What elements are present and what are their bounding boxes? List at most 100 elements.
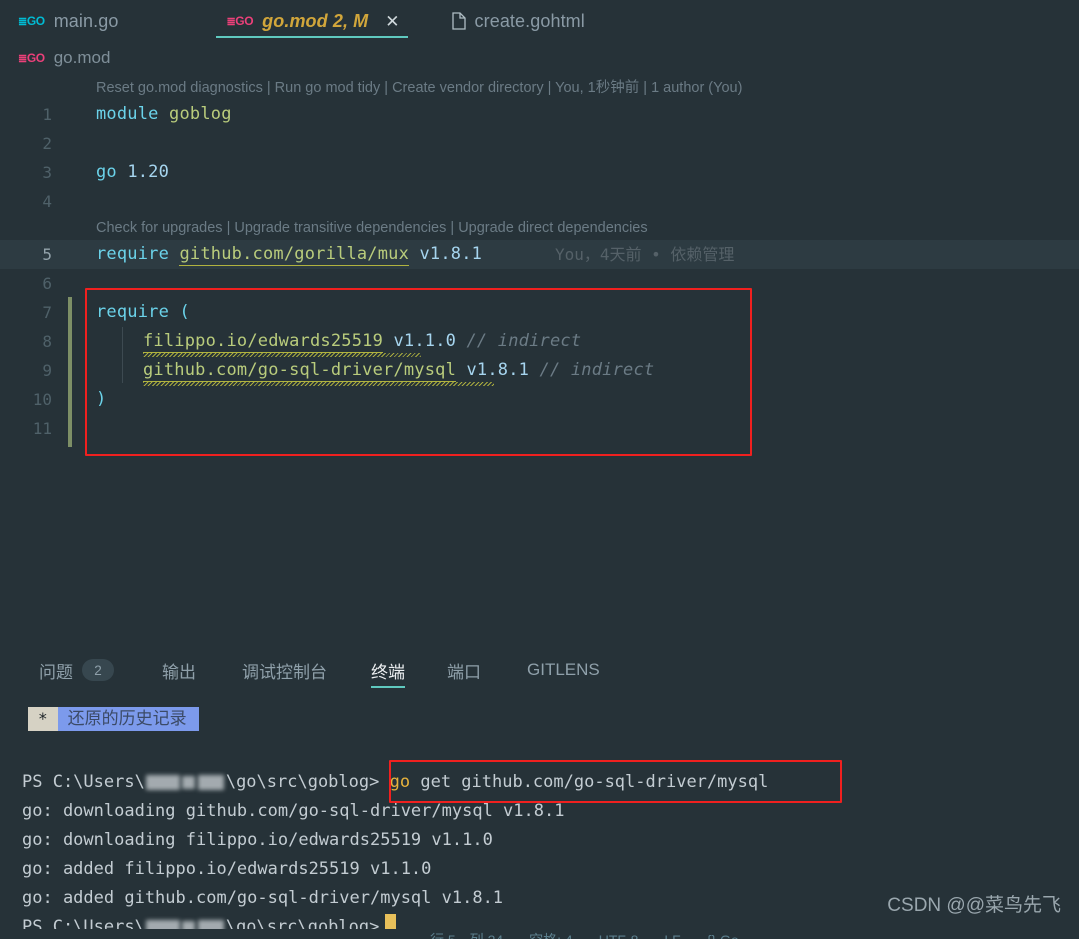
line-number: 4	[0, 187, 52, 216]
status-item-indentation[interactable]: 空格: 4	[529, 930, 573, 939]
panel-tab-label: 问题	[39, 658, 73, 683]
codelens-upgrade-actions[interactable]: Check for upgrades | Upgrade transitive …	[0, 216, 1079, 240]
panel-tab-output[interactable]: 输出	[145, 649, 213, 691]
terminal-history-line: *还原的历史记录	[0, 702, 1079, 736]
code-line-current: 5 require github.com/gorilla/mux v1.8.1 …	[0, 240, 1079, 269]
git-blame-annotation: You，4天前 • 依赖管理	[555, 240, 734, 269]
prompt-prefix: PS C:\Users\	[22, 772, 145, 792]
module-version: v1.1.0	[393, 331, 456, 351]
history-star-icon: *	[28, 707, 58, 731]
line-number: 10	[0, 385, 52, 414]
status-item-eol[interactable]: LF	[664, 932, 680, 939]
terminal-output-line: go: downloading github.com/go-sql-driver…	[0, 797, 1079, 826]
command-arguments: get github.com/go-sql-driver/mysql	[420, 772, 768, 792]
module-link-edwards25519[interactable]: filippo.io/edwards25519	[143, 331, 383, 353]
panel-tab-label: 调试控制台	[242, 658, 327, 683]
line-number: 6	[0, 269, 52, 298]
csdn-watermark: CSDN @@菜鸟先飞	[887, 890, 1061, 917]
code-line: 2	[0, 129, 1079, 158]
history-label: 还原的历史记录	[58, 707, 199, 731]
code-line: 6	[0, 269, 1079, 298]
panel-tab-ports[interactable]: 端口	[430, 649, 498, 691]
breadcrumb[interactable]: ≣GO go.mod	[0, 44, 110, 72]
code-line: 10 )	[0, 385, 1079, 414]
vscode-window: ≣GO main.go ≣GO go.mod 2, M ✕ create.goh…	[0, 0, 1079, 939]
panel-tab-debug-console[interactable]: 调试控制台	[225, 649, 344, 691]
line-number: 7	[0, 298, 52, 327]
go-file-icon: ≣GO	[226, 15, 253, 28]
editor-tab-main-go[interactable]: ≣GO main.go	[0, 0, 132, 42]
terminal-line-spacer	[0, 736, 1079, 768]
line-number: 9	[0, 356, 52, 385]
code-line: 3 go 1.20	[0, 158, 1079, 187]
redacted-username	[198, 775, 224, 790]
editor-tab-create-gohtml[interactable]: create.gohtml	[436, 0, 599, 42]
go-version: 1.20	[127, 162, 169, 182]
module-version: v1.8.1	[466, 360, 529, 380]
terminal-output-line: go: added filippo.io/edwards25519 v1.1.0	[0, 855, 1079, 884]
panel-tab-label: 终端	[371, 658, 405, 683]
git-change-gutter-indicator	[68, 297, 72, 447]
close-icon[interactable]: ✕	[385, 13, 399, 30]
code-line: 1 module goblog	[0, 100, 1079, 129]
panel-tab-bar: 问题 2 输出 调试控制台 终端 端口 GITLENS	[0, 645, 1079, 691]
module-version: v1.8.1	[420, 244, 483, 264]
code-content: )	[96, 385, 106, 414]
editor-tab-label: go.mod 2, M	[262, 11, 368, 32]
status-item-cursor-position[interactable]: 行 5，列 24	[430, 930, 503, 939]
indirect-comment: // indirect	[540, 360, 655, 380]
go-file-icon: ≣GO	[18, 52, 45, 65]
module-link-go-sql-driver-mysql[interactable]: github.com/go-sql-driver/mysql	[143, 360, 456, 382]
module-link-gorilla-mux[interactable]: github.com/gorilla/mux	[179, 244, 409, 266]
problems-count-badge: 2	[82, 659, 114, 681]
code-content: github.com/go-sql-driver/mysql v1.8.1 //…	[143, 356, 654, 385]
codelens-gomod-actions[interactable]: Reset go.mod diagnostics | Run go mod ti…	[0, 76, 1079, 100]
go-file-icon: ≣GO	[18, 15, 45, 28]
indirect-comment: // indirect	[467, 331, 582, 351]
line-number: 3	[0, 158, 52, 187]
breadcrumb-label: go.mod	[54, 48, 111, 68]
code-content: module goblog	[96, 100, 232, 129]
editor-tab-label: create.gohtml	[475, 11, 585, 32]
line-number: 8	[0, 327, 52, 356]
code-content: filippo.io/edwards25519 v1.1.0 // indire…	[143, 327, 581, 356]
keyword-go: go	[96, 162, 117, 182]
terminal-prompt-line: PS C:\Users\ \go\src\goblog> go get githu…	[0, 768, 1079, 797]
restored-history-banner: *还原的历史记录	[28, 707, 199, 731]
command-keyword: go	[390, 772, 410, 792]
panel-tab-problems[interactable]: 问题 2	[22, 649, 131, 691]
line-number: 2	[0, 129, 52, 158]
prompt-suffix: \go\src\goblog>	[226, 772, 380, 792]
status-bar: 行 5，列 24 空格: 4 UTF-8 LF {} Go	[0, 929, 1079, 939]
redacted-username	[146, 775, 180, 790]
code-line: 9 github.com/go-sql-driver/mysql v1.8.1 …	[0, 356, 1079, 385]
terminal-output-line: go: downloading filippo.io/edwards25519 …	[0, 826, 1079, 855]
redacted-username	[182, 776, 195, 789]
status-bar-items: 行 5，列 24 空格: 4 UTF-8 LF {} Go	[0, 929, 1079, 939]
generic-file-icon	[452, 12, 466, 30]
editor-tab-go-mod[interactable]: ≣GO go.mod 2, M ✕	[210, 0, 413, 42]
code-line: 11	[0, 414, 1079, 443]
line-number: 1	[0, 100, 52, 129]
panel-tab-gitlens[interactable]: GITLENS	[510, 649, 617, 691]
panel-tab-terminal[interactable]: 终端	[354, 649, 422, 691]
line-number: 11	[0, 414, 52, 443]
module-name: goblog	[169, 104, 232, 124]
line-number: 5	[0, 240, 52, 269]
keyword-require: require	[96, 244, 169, 264]
panel-tab-label: 端口	[447, 658, 481, 683]
editor-tab-bar: ≣GO main.go ≣GO go.mod 2, M ✕ create.goh…	[0, 0, 1079, 42]
indent-guide	[122, 327, 123, 383]
code-content: go 1.20	[96, 158, 169, 187]
code-content: require (	[96, 298, 190, 327]
keyword-module: module	[96, 104, 159, 124]
status-item-encoding[interactable]: UTF-8	[599, 932, 639, 939]
code-line: 8 filippo.io/edwards25519 v1.1.0 // indi…	[0, 327, 1079, 356]
editor-tab-label: main.go	[54, 11, 119, 32]
panel-tab-label: GITLENS	[527, 660, 600, 680]
code-line: 4	[0, 187, 1079, 216]
code-editor[interactable]: Reset go.mod diagnostics | Run go mod ti…	[0, 76, 1079, 636]
panel-tab-label: 输出	[162, 658, 196, 683]
code-line: 7 require (	[0, 298, 1079, 327]
status-item-language-mode[interactable]: {} Go	[707, 932, 739, 939]
